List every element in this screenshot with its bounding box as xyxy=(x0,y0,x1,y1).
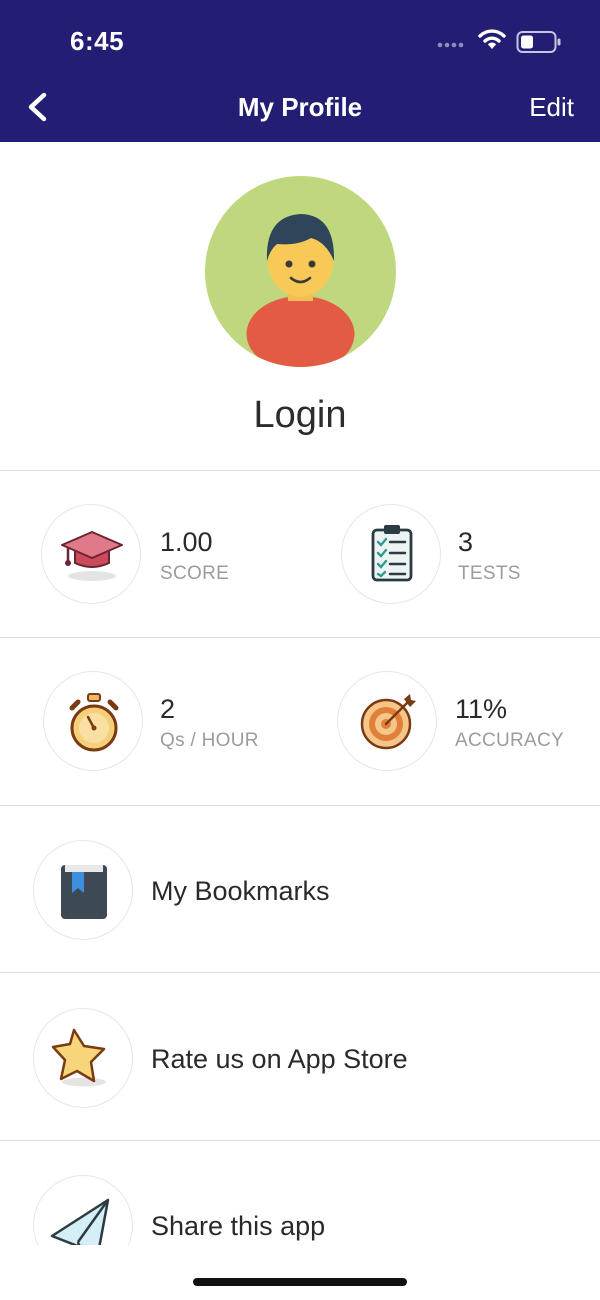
status-time: 6:45 xyxy=(70,26,125,56)
qs-per-hour-value: 2 xyxy=(160,694,176,724)
menu-item-rate-app[interactable]: Rate us on App Store xyxy=(0,974,600,1141)
menu-item-bookmarks[interactable]: My Bookmarks xyxy=(0,806,600,973)
menu-item-label: Rate us on App Store xyxy=(151,1044,408,1074)
stats-row-2: 2 Qs / HOUR 11% ACCURACY xyxy=(0,638,600,806)
tests-value: 3 xyxy=(458,527,474,557)
tests-stat: 3 TESTS xyxy=(300,471,600,637)
stopwatch-icon xyxy=(43,671,143,771)
target-icon xyxy=(337,671,437,771)
battery-icon xyxy=(516,30,562,54)
user-avatar-icon[interactable] xyxy=(205,176,396,367)
accuracy-value: 11% xyxy=(455,694,508,724)
graduation-cap-icon xyxy=(41,504,141,604)
cellular-dots-icon xyxy=(437,42,467,48)
page-title: My Profile xyxy=(237,92,363,122)
login-button[interactable]: Login xyxy=(0,394,600,437)
accuracy-stat: 11% ACCURACY xyxy=(300,638,600,805)
menu-item-share-app[interactable]: Share this app xyxy=(0,1141,600,1245)
app-header: 6:45 My Profile Edit xyxy=(0,0,600,142)
stats-row-1: 1.00 SCORE 3 TESTS xyxy=(0,471,600,638)
edit-button[interactable]: Edit xyxy=(529,92,574,123)
qs-per-hour-stat: 2 Qs / HOUR xyxy=(0,638,300,805)
tests-label: TESTS xyxy=(458,563,521,584)
score-stat: 1.00 SCORE xyxy=(0,471,300,637)
menu-item-label: Share this app xyxy=(151,1211,326,1241)
clipboard-checklist-icon xyxy=(341,504,441,604)
wifi-icon xyxy=(478,27,506,51)
star-icon xyxy=(33,1008,133,1108)
paper-plane-icon xyxy=(33,1175,133,1245)
score-label: SCORE xyxy=(160,563,230,584)
bookmark-book-icon xyxy=(33,840,133,940)
menu-item-label: My Bookmarks xyxy=(151,876,330,906)
score-value: 1.00 xyxy=(160,527,213,557)
home-indicator[interactable] xyxy=(193,1278,407,1286)
qs-per-hour-label: Qs / HOUR xyxy=(160,730,259,751)
profile-section: Login xyxy=(0,142,600,471)
accuracy-label: ACCURACY xyxy=(455,730,565,751)
